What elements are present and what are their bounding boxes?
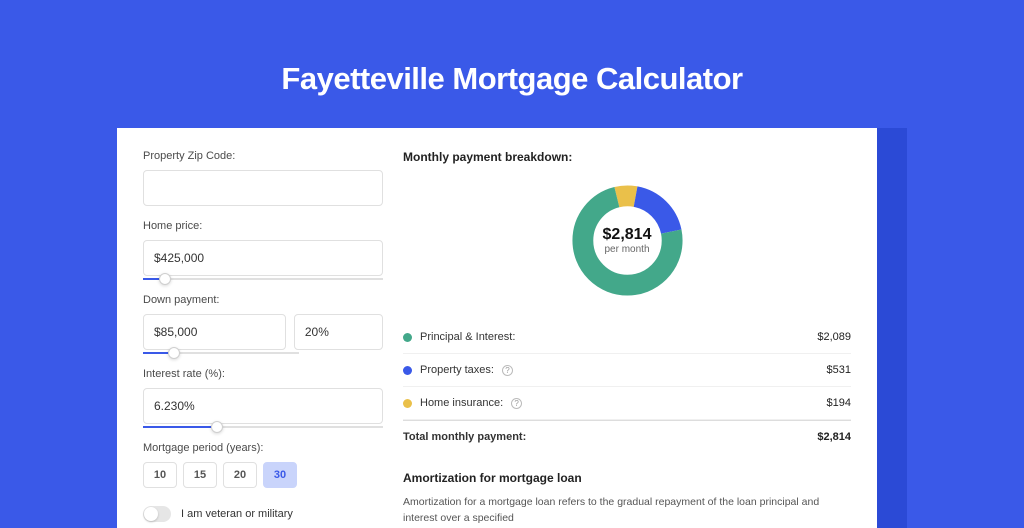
veteran-label: I am veteran or military (181, 508, 293, 520)
interest-slider-thumb[interactable] (211, 421, 223, 433)
zip-label: Property Zip Code: (143, 150, 383, 162)
legend-list: Principal & Interest: $2,089 Property taxe… (403, 321, 851, 420)
legend-row: Home insurance:? $194 (403, 387, 851, 420)
veteran-toggle[interactable] (143, 506, 171, 522)
down-payment-slider[interactable] (143, 352, 299, 354)
period-option-10[interactable]: 10 (143, 462, 177, 488)
amortization-title: Amortization for mortgage loan (403, 471, 851, 485)
page-title: Fayetteville Mortgage Calculator (281, 61, 742, 97)
down-payment-label: Down payment: (143, 294, 383, 306)
interest-label: Interest rate (%): (143, 368, 383, 380)
calculator-card-outer: Property Zip Code: Home price: Down paym… (117, 128, 907, 528)
legend-dot (403, 366, 412, 375)
toggle-knob (144, 507, 158, 521)
interest-field-block: Interest rate (%): (143, 368, 383, 428)
legend-dot (403, 333, 412, 342)
period-option-20[interactable]: 20 (223, 462, 257, 488)
total-label: Total monthly payment: (403, 431, 526, 443)
calculator-card: Property Zip Code: Home price: Down paym… (117, 128, 877, 528)
period-label: Mortgage period (years): (143, 442, 383, 454)
home-price-label: Home price: (143, 220, 383, 232)
donut-center-value: $2,814 (603, 226, 652, 244)
legend-amount: $194 (827, 397, 851, 409)
breakdown-title: Monthly payment breakdown: (403, 150, 851, 164)
donut-center-sub: per month (604, 244, 649, 255)
legend-label: Property taxes: (420, 364, 494, 376)
legend-row: Principal & Interest: $2,089 (403, 321, 851, 354)
breakdown-column: Monthly payment breakdown: $2,814 per mo… (403, 150, 851, 528)
info-icon[interactable]: ? (502, 365, 513, 376)
home-price-slider-thumb[interactable] (159, 273, 171, 285)
interest-input[interactable] (143, 388, 383, 424)
amortization-text: Amortization for a mortgage loan refers … (403, 495, 851, 527)
donut-chart-wrap: $2,814 per month (403, 178, 851, 303)
zip-input[interactable] (143, 170, 383, 206)
legend-label: Home insurance: (420, 397, 503, 409)
home-price-input[interactable] (143, 240, 383, 276)
legend-label: Principal & Interest: (420, 331, 515, 343)
legend-amount: $531 (827, 364, 851, 376)
home-price-field-block: Home price: (143, 220, 383, 280)
period-field-block: Mortgage period (years): 10152030 (143, 442, 383, 488)
down-payment-pct-input[interactable] (294, 314, 383, 350)
zip-field-block: Property Zip Code: (143, 150, 383, 206)
period-option-15[interactable]: 15 (183, 462, 217, 488)
inputs-column: Property Zip Code: Home price: Down paym… (143, 150, 383, 528)
legend-amount: $2,089 (817, 331, 851, 343)
donut-chart: $2,814 per month (565, 178, 690, 303)
down-payment-slider-thumb[interactable] (168, 347, 180, 359)
veteran-toggle-row: I am veteran or military (143, 506, 383, 522)
down-payment-field-block: Down payment: (143, 294, 383, 354)
home-price-slider[interactable] (143, 278, 383, 280)
total-amount: $2,814 (817, 431, 851, 443)
interest-slider[interactable] (143, 426, 383, 428)
period-option-30[interactable]: 30 (263, 462, 297, 488)
legend-total-row: Total monthly payment: $2,814 (403, 420, 851, 453)
legend-dot (403, 399, 412, 408)
info-icon[interactable]: ? (511, 398, 522, 409)
legend-row: Property taxes:? $531 (403, 354, 851, 387)
down-payment-input[interactable] (143, 314, 286, 350)
